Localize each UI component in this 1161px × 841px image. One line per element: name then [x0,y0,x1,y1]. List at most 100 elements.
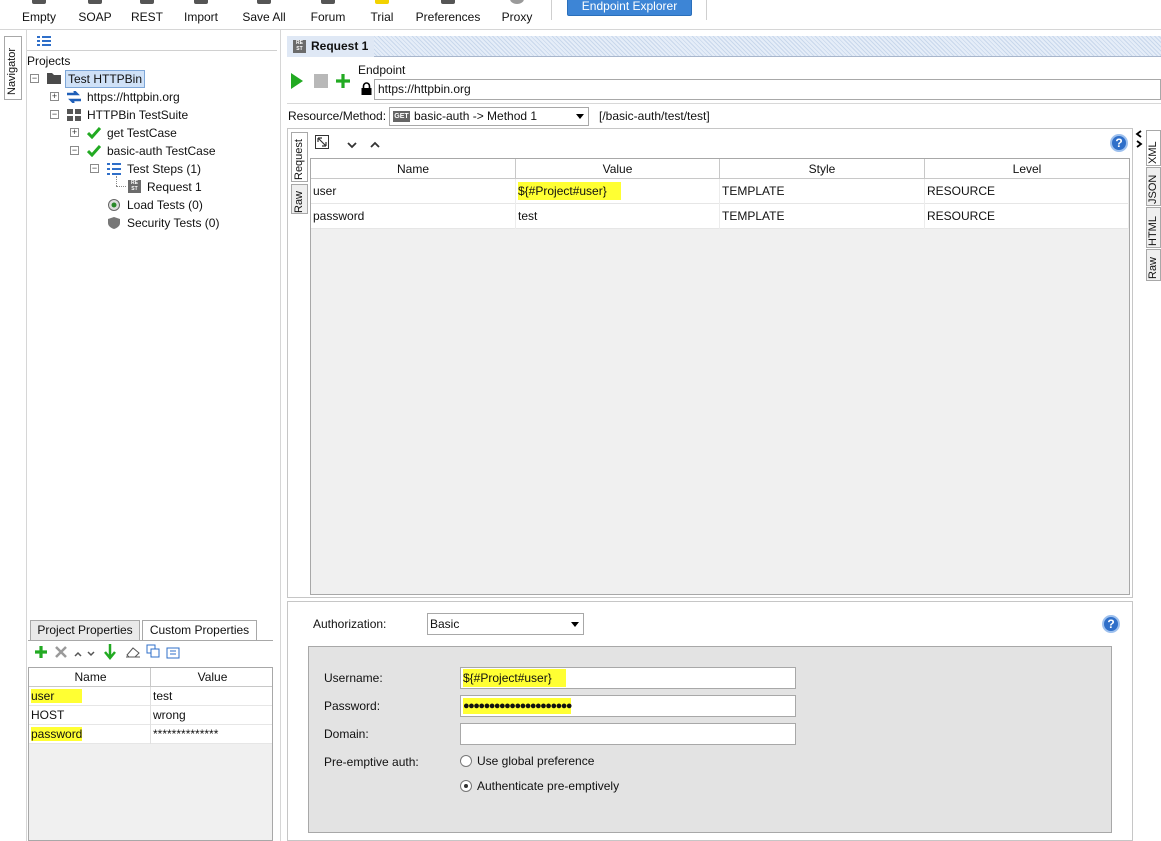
rest-icon [140,0,154,4]
chevron-down-icon [571,622,579,627]
param-value[interactable]: ${#Project#user} [518,182,621,200]
move-up-down-icon[interactable] [74,648,96,658]
tree-item-security-tests[interactable]: Security Tests (0) [127,214,219,232]
test-steps-icon [107,163,121,175]
table-row[interactable]: password test TEMPLATE RESOURCE [311,204,1129,229]
param-style[interactable]: TEMPLATE [720,179,925,204]
tree-view-icon[interactable] [37,35,51,46]
main-toolbar: Empty SOAP REST Import Save All Forum Tr… [0,0,1161,30]
check-icon [86,145,102,158]
property-value[interactable]: test [151,687,272,706]
param-style[interactable]: TEMPLATE [720,204,925,229]
property-value[interactable]: wrong [151,706,272,725]
authorization-type-select[interactable]: Basic [427,613,584,635]
tree-root-label: Projects [27,54,71,68]
trial-button[interactable]: Trial [362,0,402,30]
param-value[interactable]: test [516,204,720,229]
tree-item-test-steps[interactable]: Test Steps (1) [127,160,201,178]
tab-request[interactable]: Request [291,132,308,182]
endpoint-explorer-button[interactable]: Endpoint Explorer [567,0,692,16]
expand-icon[interactable]: + [70,128,79,137]
column-header-value: Value [197,670,228,684]
divider [27,50,277,51]
parameters-table: Name Value Style Level user ${#Project#u… [310,158,1130,595]
authenticate-preemptively-radio[interactable] [460,780,472,792]
tab-project-properties[interactable]: Project Properties [30,620,140,640]
param-level[interactable]: RESOURCE [925,179,1129,204]
tree-item-testsuite[interactable]: HTTPBin TestSuite [87,106,188,124]
tab-xml[interactable]: XML [1146,130,1161,166]
preferences-button[interactable]: Preferences [410,0,486,30]
tab-html[interactable]: HTML [1146,207,1161,248]
table-row[interactable]: HOST wrong [29,706,272,725]
soap-icon [88,0,102,4]
param-name: password [311,204,516,229]
lock-icon [361,82,372,95]
save-all-icon [257,0,271,4]
param-level[interactable]: RESOURCE [925,204,1129,229]
property-value[interactable]: ************** [151,725,272,744]
table-row[interactable]: user test [29,687,272,706]
tree-item-request-1[interactable]: Request 1 [147,178,202,196]
export-icon[interactable] [146,644,160,658]
chevron-down-icon[interactable] [347,138,357,149]
empty-button[interactable]: Empty [14,0,64,30]
navigator-tab[interactable]: Navigator [4,36,22,100]
eraser-icon[interactable] [126,646,140,658]
forum-button[interactable]: Forum [302,0,354,30]
request-title-tab[interactable]: RE ST Request 1 [287,36,375,57]
tree-item-get-testcase[interactable]: get TestCase [107,124,177,142]
import-button[interactable]: Import [176,0,226,30]
shield-icon [107,217,121,229]
soap-button[interactable]: SOAP [72,0,118,30]
tab-json[interactable]: JSON [1146,167,1161,206]
stop-icon[interactable] [314,74,328,88]
table-row[interactable]: password ************** [29,725,272,744]
expand-icon[interactable]: + [50,92,59,101]
tab-raw[interactable]: Raw [291,184,308,214]
tree-connector [116,186,126,187]
username-field[interactable]: ${#Project#user} [460,667,796,689]
add-icon[interactable] [335,73,351,89]
tab-custom-properties[interactable]: Custom Properties [142,620,257,640]
proxy-button[interactable]: Proxy [494,0,540,30]
load-from-file-icon[interactable] [104,644,116,660]
tree-item-interface[interactable]: https://httpbin.org [87,88,180,106]
table-row[interactable]: user ${#Project#user} TEMPLATE RESOURCE [311,179,1129,204]
collapse-arrows-icon[interactable] [1135,130,1143,148]
property-name: password [31,727,83,741]
collapse-icon[interactable]: − [90,164,99,173]
help-icon[interactable]: ? [1110,134,1128,152]
rest-button[interactable]: REST [126,0,168,30]
column-header-name: Name [29,668,151,687]
tab-raw-response[interactable]: Raw [1146,249,1161,281]
use-global-preference-label[interactable]: Use global preference [477,754,594,768]
authorization-label: Authorization: [313,617,387,631]
collapse-icon[interactable]: − [70,146,79,155]
resource-method-select[interactable]: GET basic-auth -> Method 1 [389,107,589,126]
chevron-up-icon[interactable] [370,138,380,148]
collapse-icon[interactable]: − [50,110,59,119]
tree-item-load-tests[interactable]: Load Tests (0) [127,196,203,214]
interface-icon [67,90,81,104]
resource-method-label: Resource/Method: [288,109,387,123]
add-property-icon[interactable] [34,645,48,659]
use-global-preference-radio[interactable] [460,755,472,767]
password-label: Password: [324,699,381,713]
remove-property-icon[interactable] [54,645,68,659]
tree-item-project[interactable]: Test HTTPBin [65,70,146,88]
preemptive-auth-label: Pre-emptive auth: [324,755,419,769]
domain-field[interactable] [460,723,796,745]
save-all-button[interactable]: Save All [236,0,292,30]
help-icon[interactable]: ? [1102,615,1120,633]
endpoint-input[interactable]: https://httpbin.org [374,79,1161,100]
tree-item-basic-auth-testcase[interactable]: basic-auth TestCase [107,142,216,160]
authenticate-preemptively-label[interactable]: Authenticate pre-emptively [477,779,619,793]
collapse-icon[interactable]: − [30,74,39,83]
password-field[interactable]: ●●●●●●●●●●●●●●●●●●●●● [460,695,796,717]
rest-request-icon: RE ST [128,180,141,193]
trial-icon [375,0,389,4]
import-properties-icon[interactable] [166,645,180,659]
play-icon[interactable] [291,73,303,89]
expand-icon[interactable] [315,135,329,149]
